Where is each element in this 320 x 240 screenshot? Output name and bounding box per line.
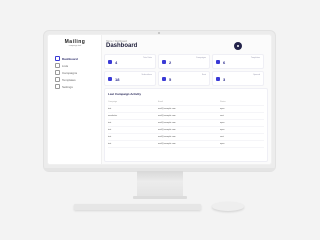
table-cell: newsletter xyxy=(108,115,118,117)
stat-card: Opened 3 xyxy=(212,71,264,86)
table-cell: open xyxy=(220,122,225,124)
stat-value: 3 xyxy=(223,77,226,82)
activity-table: Campaign Email Status test mail@example.… xyxy=(108,99,264,148)
table-cell: test xyxy=(108,143,112,145)
table-header: Campaign Email Status xyxy=(108,99,264,106)
table-row[interactable]: test mail@example.com sent xyxy=(108,134,264,141)
sidebar-item-lists[interactable]: Lists xyxy=(48,62,101,69)
sidebar-item-settings[interactable]: Settings xyxy=(48,83,101,90)
logo: Mailing campaign tool xyxy=(53,39,97,48)
table-cell: open xyxy=(220,129,225,131)
sidebar-item-campaigns[interactable]: Campaigns xyxy=(48,69,101,76)
stat-card: Templates 6 xyxy=(212,54,264,69)
sidebar-item-dashboard[interactable]: Dashboard xyxy=(48,55,101,62)
stat-card: Subscribers 18 xyxy=(104,71,156,86)
activity-card: Last Campaign Activity Campaign Email St… xyxy=(104,88,268,162)
table-cell: sent xyxy=(220,115,224,117)
table-cell: test xyxy=(108,122,112,124)
campaign-icon xyxy=(55,70,60,75)
column-header: Email xyxy=(158,101,164,103)
table-row[interactable]: test mail@example.com open xyxy=(108,106,264,113)
users-icon xyxy=(108,77,112,81)
keyboard xyxy=(74,204,201,210)
campaign-icon xyxy=(162,60,166,64)
table-cell: mail@example.com xyxy=(158,108,176,110)
stat-label: Campaigns xyxy=(195,57,206,59)
stat-card: Sent 5 xyxy=(158,71,210,86)
table-cell: open xyxy=(220,143,225,145)
table-cell: test xyxy=(108,108,112,110)
stat-value: 4 xyxy=(115,60,118,65)
monitor-stand xyxy=(137,171,183,197)
table-cell: mail@example.com xyxy=(158,136,176,138)
table-cell: mail@example.com xyxy=(158,115,176,117)
table-row[interactable]: test mail@example.com open xyxy=(108,141,264,148)
column-header: Status xyxy=(220,101,226,103)
sidebar-item-label: Settings xyxy=(62,84,73,89)
logo-subtitle: campaign tool xyxy=(68,45,82,47)
mouse xyxy=(212,202,244,211)
table-row[interactable]: newsletter mail@example.com sent xyxy=(108,113,264,120)
avatar[interactable] xyxy=(234,42,242,50)
sidebar-nav: Dashboard Lists Campaigns Templates Sett… xyxy=(48,55,101,90)
template-icon xyxy=(55,77,60,82)
stat-value: 2 xyxy=(169,60,172,65)
stat-value: 5 xyxy=(169,77,172,82)
stat-value: 6 xyxy=(223,60,226,65)
template-icon xyxy=(216,60,220,64)
sidebar-item-label: Dashboard xyxy=(62,56,78,61)
table-cell: mail@example.com xyxy=(158,143,176,145)
stat-label: Total Lists xyxy=(143,57,152,59)
table-cell: mail@example.com xyxy=(158,129,176,131)
sidebar: Mailing campaign tool Dashboard Lists Ca… xyxy=(48,35,102,164)
camera-dot xyxy=(158,32,160,34)
list-icon xyxy=(108,60,112,64)
screen: Mailing campaign tool Dashboard Lists Ca… xyxy=(48,35,271,164)
table-row[interactable]: test mail@example.com open xyxy=(108,120,264,127)
sidebar-item-label: Templates xyxy=(62,77,76,82)
stat-label: Templates xyxy=(250,57,260,59)
table-row[interactable]: test mail@example.com open xyxy=(108,127,264,134)
send-icon xyxy=(162,77,166,81)
stat-label: Sent xyxy=(201,74,206,76)
stat-label: Opened xyxy=(252,74,260,76)
sidebar-item-label: Campaigns xyxy=(62,70,78,75)
sidebar-item-label: Lists xyxy=(62,63,69,68)
table-cell: open xyxy=(220,108,225,110)
table-cell: test xyxy=(108,129,112,131)
table-cell: test xyxy=(108,136,112,138)
sidebar-item-templates[interactable]: Templates xyxy=(48,76,101,83)
list-icon xyxy=(55,63,60,68)
column-header: Campaign xyxy=(108,101,118,103)
stat-value: 18 xyxy=(115,77,120,82)
card-title: Last Campaign Activity xyxy=(108,92,142,96)
table-cell: mail@example.com xyxy=(158,122,176,124)
page-title: Dashboard xyxy=(106,43,138,49)
monitor-stand-base xyxy=(133,196,187,199)
settings-icon xyxy=(55,84,60,89)
dashboard-icon xyxy=(55,56,60,61)
mail-open-icon xyxy=(216,77,220,81)
stat-label: Subscribers xyxy=(141,74,152,76)
stat-card: Total Lists 4 xyxy=(104,54,156,69)
stat-card: Campaigns 2 xyxy=(158,54,210,69)
table-cell: sent xyxy=(220,136,224,138)
